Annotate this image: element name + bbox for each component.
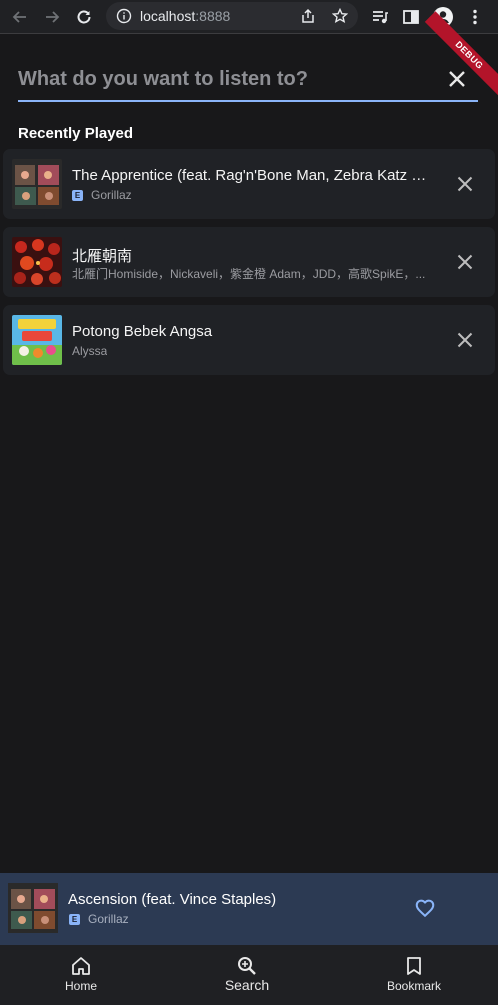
close-icon [457,254,473,270]
favorite-button[interactable] [414,897,436,919]
side-panel-button[interactable] [399,5,423,29]
track-subtitle: Alyssa [72,343,430,359]
now-playing-artist: Gorillaz [88,912,129,926]
track-artist: Alyssa [72,344,108,358]
section-title: Recently Played [18,125,134,142]
address-bar[interactable]: localhost:8888 [106,2,358,30]
reload-button[interactable] [72,5,96,29]
now-playing-bar[interactable]: Ascension (feat. Vince Staples) E Gorill… [0,873,498,945]
track-title: 北雁朝南 [72,248,133,265]
home-icon [72,957,90,975]
remove-button[interactable] [455,330,475,350]
star-icon[interactable] [332,8,348,24]
album-art [12,159,62,209]
close-icon [457,332,473,348]
list-item[interactable]: The Apprentice (feat. Rag'n'Bone Man, Ze… [3,149,495,219]
search-bar [18,58,478,102]
more-vert-icon [473,9,477,25]
recent-list: The Apprentice (feat. Rag'n'Bone Man, Ze… [3,149,495,383]
bottom-navigation: Home Search Bookmark [0,945,498,1005]
side-panel-icon [403,10,419,24]
now-playing-subtitle: E Gorillaz [69,912,129,926]
now-playing-album-art [8,883,58,933]
nav-bookmark[interactable]: Bookmark [380,945,448,1005]
info-icon [116,8,132,24]
album-art [12,315,62,365]
track-artist: Gorillaz [91,188,132,202]
track-subtitle: 北雁门Homiside，Nickaveli，紫金橙 Adam，JDD，高歌Spi… [72,265,430,281]
list-item[interactable]: Potong Bebek Angsa Alyssa [3,305,495,375]
explicit-badge: E [72,189,83,201]
track-subtitle: E Gorillaz [72,187,430,203]
nav-home-label: Home [64,979,97,993]
browser-toolbar: localhost:8888 [0,0,498,34]
back-button[interactable] [8,5,32,29]
close-icon [457,176,473,192]
close-icon [449,71,465,87]
explicit-badge: E [69,913,80,925]
nav-search-label: Search [224,977,270,993]
menu-button[interactable] [463,5,487,29]
search-zoom-icon [238,957,256,975]
url-text: localhost:8888 [140,8,230,24]
track-title: The Apprentice (feat. Rag'n'Bone Man, Ze… [72,167,432,184]
remove-button[interactable] [455,174,475,194]
clear-search-button[interactable] [446,68,468,90]
now-playing-title: Ascension (feat. Vince Staples) [68,891,277,908]
share-icon[interactable] [300,8,316,24]
reload-icon [77,10,91,24]
bookmark-icon [407,957,421,975]
track-title: Potong Bebek Angsa [72,323,213,340]
nav-home[interactable]: Home [51,945,111,1005]
arrow-right-icon [46,11,60,23]
remove-button[interactable] [455,252,475,272]
forward-button[interactable] [40,5,64,29]
list-item[interactable]: 北雁朝南 北雁门Homiside，Nickaveli，紫金橙 Adam，JDD，… [3,227,495,297]
search-input[interactable] [18,64,438,94]
album-art [12,237,62,287]
heart-outline-icon [415,899,435,918]
arrow-left-icon [12,11,26,23]
nav-search[interactable]: Search [217,945,277,1005]
url-host: localhost [140,8,196,24]
nav-bookmark-label: Bookmark [386,979,442,993]
url-port: :8888 [195,8,231,24]
media-controls-button[interactable] [368,5,392,29]
track-artist: 北雁门Homiside，Nickaveli，紫金橙 Adam，JDD，高歌Spi… [72,266,426,281]
queue-music-icon [373,11,388,24]
